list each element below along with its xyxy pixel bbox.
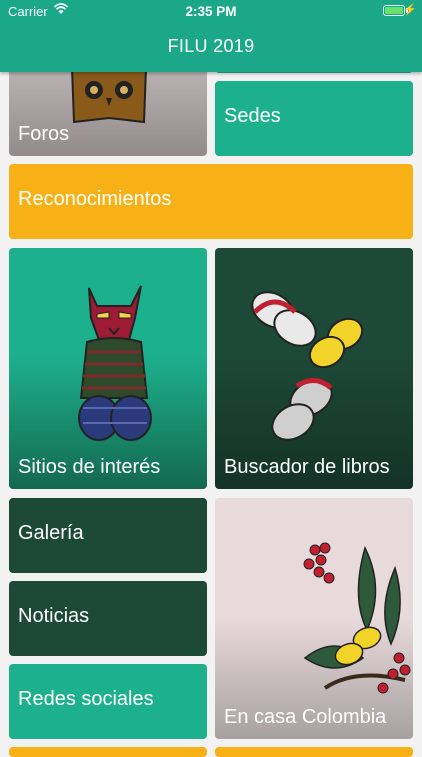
tile-sitios-de-interes[interactable]: Sitios de interés xyxy=(9,248,207,489)
charging-bolt-icon: ⚡ xyxy=(403,4,417,16)
tile-label-sedes: Sedes xyxy=(224,105,281,127)
tile-partial-bottom-right[interactable] xyxy=(215,747,413,757)
tile-label-reconocimientos: Reconocimientos xyxy=(18,188,172,210)
tile-partial-bottom-left[interactable] xyxy=(9,747,207,757)
tile-label-sitios: Sitios de interés xyxy=(18,456,161,478)
status-bar: Carrier 2:35 PM ⚡ xyxy=(0,0,422,22)
app-header: Carrier 2:35 PM ⚡ FILU 2019 xyxy=(0,0,422,72)
owl-book-illustration xyxy=(70,68,148,124)
tile-label-encasa: En casa Colombia xyxy=(224,706,387,728)
clock: 2:35 PM xyxy=(185,4,237,19)
tile-label-noticias: Noticias xyxy=(18,605,90,627)
tile-reconocimientos[interactable]: Reconocimientos xyxy=(9,164,413,239)
tile-sedes[interactable]: Sedes xyxy=(215,81,413,156)
battery-icon xyxy=(383,5,405,16)
tile-redes-sociales[interactable]: Redes sociales xyxy=(9,664,207,739)
tile-noticias[interactable]: Noticias xyxy=(9,581,207,656)
tile-label-foros: Foros xyxy=(18,123,70,145)
tile-label-galeria: Galería xyxy=(18,522,84,544)
coffee-branch-illustration xyxy=(303,542,411,694)
tile-galeria[interactable]: Galería xyxy=(9,498,207,573)
tile-buscador-de-libros[interactable]: Buscador de libros xyxy=(215,248,413,489)
tile-label-redes: Redes sociales xyxy=(18,688,154,710)
butterflies-illustration xyxy=(251,291,364,441)
cat-illustration xyxy=(78,285,152,441)
tile-en-casa-colombia[interactable]: En casa Colombia xyxy=(215,498,413,739)
page-title: FILU 2019 xyxy=(167,36,255,56)
tile-label-buscador: Buscador de libros xyxy=(224,456,390,478)
